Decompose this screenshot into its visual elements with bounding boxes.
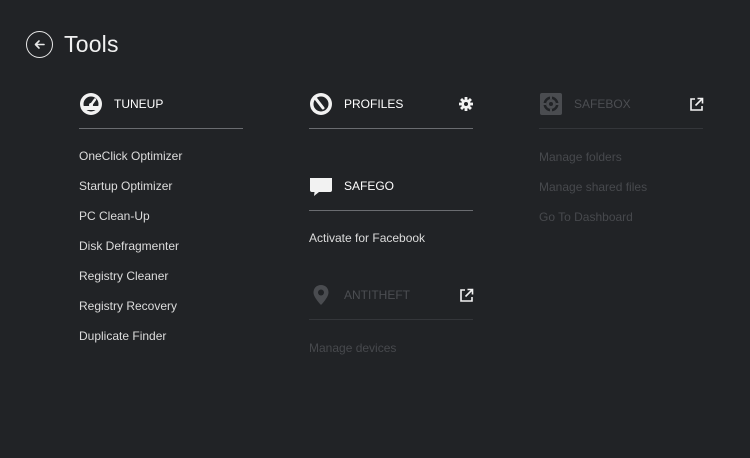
tuneup-list: OneClick Optimizer Startup Optimizer PC …: [79, 141, 244, 351]
safebox-item-manage-shared-files: Manage shared files: [539, 180, 648, 194]
tuneup-item-pc-cleanup[interactable]: PC Clean-Up: [79, 201, 244, 231]
profiles-divider: [309, 128, 473, 129]
safe-dial-icon: [539, 92, 563, 116]
safego-divider: [309, 210, 473, 211]
safego-list: Activate for Facebook: [309, 223, 474, 253]
safebox-header: SAFEBOX: [539, 91, 704, 117]
safebox-section: SAFEBOX Manage folders Manage shared fil…: [539, 91, 704, 232]
tuneup-item-startup-optimizer[interactable]: Startup Optimizer: [79, 171, 244, 201]
safego-label: SAFEGO: [344, 179, 395, 193]
location-pin-icon: [309, 283, 333, 307]
profiles-header: PROFILES: [309, 91, 474, 117]
safebox-list: Manage folders Manage shared files Go To…: [539, 142, 704, 232]
middle-column: PROFILES SAFEGO Activate for Facebook AN…: [309, 91, 474, 363]
safebox-open-external-button[interactable]: [688, 96, 704, 112]
tuneup-item-registry-recovery[interactable]: Registry Recovery: [79, 291, 244, 321]
gear-icon: [459, 97, 473, 111]
external-link-icon: [459, 288, 473, 302]
antitheft-divider: [309, 319, 473, 320]
back-button[interactable]: [26, 30, 53, 58]
safebox-label: SAFEBOX: [574, 97, 631, 111]
arrow-left-icon: [34, 39, 45, 49]
antitheft-label: ANTITHEFT: [344, 288, 410, 302]
antitheft-item-manage-devices: Manage devices: [309, 341, 397, 355]
tuneup-item-registry-cleaner[interactable]: Registry Cleaner: [79, 261, 244, 291]
profiles-settings-button[interactable]: [458, 96, 474, 112]
tuneup-item-oneclick-optimizer[interactable]: OneClick Optimizer: [79, 141, 244, 171]
external-link-icon: [689, 97, 703, 111]
safebox-item-manage-folders: Manage folders: [539, 150, 622, 164]
profiles-gauge-icon: [309, 92, 333, 116]
antitheft-header: ANTITHEFT: [309, 282, 474, 308]
speedometer-icon: [79, 92, 103, 116]
safego-header: SAFEGO: [309, 173, 474, 199]
antitheft-open-external-button[interactable]: [458, 287, 474, 303]
profiles-section: PROFILES: [309, 91, 474, 129]
safego-section: SAFEGO Activate for Facebook: [309, 173, 474, 253]
speech-bubble-icon: [309, 174, 333, 198]
safebox-item-go-to-dashboard: Go To Dashboard: [539, 210, 633, 224]
tuneup-section: TUNEUP OneClick Optimizer Startup Optimi…: [79, 91, 244, 351]
tuneup-item-duplicate-finder[interactable]: Duplicate Finder: [79, 321, 244, 351]
tuneup-divider: [79, 128, 243, 129]
page-title: Tools: [64, 30, 119, 57]
antitheft-list: Manage devices: [309, 333, 474, 363]
safego-item-activate-facebook[interactable]: Activate for Facebook: [309, 223, 474, 253]
antitheft-section: ANTITHEFT Manage devices: [309, 282, 474, 363]
tuneup-label: TUNEUP: [114, 97, 164, 111]
safebox-divider: [539, 128, 703, 129]
tuneup-header: TUNEUP: [79, 91, 244, 117]
tuneup-item-disk-defragmenter[interactable]: Disk Defragmenter: [79, 231, 244, 261]
profiles-label: PROFILES: [344, 97, 404, 111]
header: Tools: [26, 29, 119, 59]
